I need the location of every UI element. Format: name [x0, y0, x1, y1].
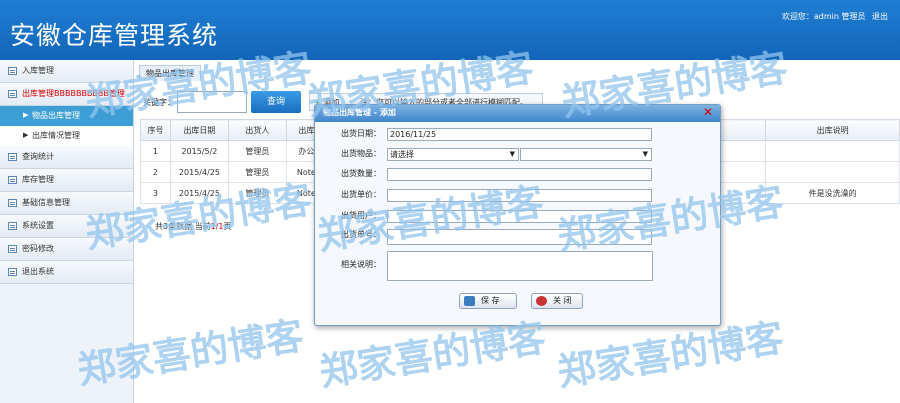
- sidebar-item-label: 入库管理: [22, 66, 54, 75]
- table-cell: 件是没洗澡的: [765, 182, 900, 204]
- sidebar-subitem-label: 物品出库管理: [32, 111, 80, 120]
- add-outbound-dialog: 物品出库管理 - 添加 ✕ 出货日期： 2016/11/25 出货物品： 请选择…: [314, 104, 721, 326]
- menu-icon: [8, 222, 17, 230]
- sidebar-subitem-outbound-status[interactable]: ▶ 出库情况管理: [0, 126, 133, 146]
- pager: 共3条数据 当前1/1页: [155, 221, 232, 232]
- chevron-down-icon: ▼: [509, 150, 515, 158]
- column-header: 出货人: [227, 119, 287, 141]
- dialog-title-bar: 物品出库管理 - 添加 ✕: [315, 105, 720, 122]
- sidebar-item-label: 密码修改: [22, 244, 54, 253]
- sidebar-item-label: 库存管理: [22, 175, 54, 184]
- menu-icon: [8, 245, 17, 253]
- sidebar-item-label: 出库管理BBBBBBBBBB管理: [22, 89, 125, 98]
- menu-icon: [8, 176, 17, 184]
- order-number-field[interactable]: [387, 229, 652, 245]
- table-cell: 管理员: [227, 161, 287, 183]
- user-field[interactable]: [387, 210, 652, 223]
- menu-icon: [8, 67, 17, 75]
- price-field[interactable]: [387, 189, 652, 202]
- column-header: 出库日期: [169, 119, 229, 141]
- welcome-text: 欢迎您：admin 管理员: [781, 12, 866, 21]
- table-cell: 2015/5/2: [169, 140, 229, 162]
- triangle-right-icon: ▶: [23, 111, 29, 119]
- save-label: 保 存: [481, 296, 500, 305]
- triangle-right-icon: ▶: [23, 131, 29, 139]
- sidebar-item-label: 系统设置: [22, 221, 54, 230]
- logout-link[interactable]: 退出: [872, 12, 888, 21]
- table-cell: 2: [140, 161, 171, 183]
- table-cell: 2015/4/25: [169, 182, 229, 204]
- sidebar-item-inventory[interactable]: 库存管理: [0, 169, 133, 192]
- keyword-input[interactable]: [177, 91, 247, 113]
- menu-icon: [8, 90, 17, 98]
- keyword-label: 关键字：: [143, 98, 175, 107]
- sidebar-item-label: 基础信息管理: [22, 198, 70, 207]
- sidebar-item-settings[interactable]: 系统设置: [0, 215, 133, 238]
- pager-prefix: 共3条数据 当前: [155, 222, 211, 231]
- close-circle-icon: [536, 296, 547, 306]
- pager-current: 1/1: [210, 222, 224, 231]
- item-label: 出货物品：: [341, 149, 381, 158]
- sidebar-item-password[interactable]: 密码修改: [0, 238, 133, 261]
- query-button[interactable]: 查询: [251, 91, 301, 113]
- sidebar-item-query-stats[interactable]: 查询统计: [0, 146, 133, 169]
- dialog-title: 物品出库管理 - 添加: [323, 108, 396, 117]
- table-cell: 3: [140, 182, 171, 204]
- sidebar-item-exit[interactable]: 退出系统: [0, 261, 133, 284]
- number-label: 出货单号：: [341, 230, 381, 239]
- tab-outbound-items[interactable]: 物品出库管理: [139, 65, 201, 81]
- table-cell: 2015/4/25: [169, 161, 229, 183]
- quantity-label: 出货数量：: [341, 169, 381, 178]
- save-button[interactable]: 保 存: [459, 293, 517, 309]
- app-title: 安徽仓库管理系统: [10, 21, 219, 50]
- column-header: 出库说明: [765, 119, 900, 141]
- sidebar-item-label: 查询统计: [22, 152, 54, 161]
- sidebar-item-label: 退出系统: [22, 267, 54, 276]
- category-select-value: 请选择: [390, 150, 414, 159]
- menu-icon: [8, 199, 17, 207]
- header-user-area: 欢迎您：admin 管理员 退出: [778, 11, 888, 22]
- app-header: 安徽仓库管理系统 欢迎您：admin 管理员 退出: [0, 0, 900, 60]
- table-cell: [765, 140, 900, 162]
- date-field[interactable]: 2016/11/25: [387, 128, 652, 141]
- category-select[interactable]: 请选择 ▼: [387, 148, 519, 161]
- table-cell: 1: [140, 140, 171, 162]
- menu-icon: [8, 153, 17, 161]
- pager-suffix: 页: [223, 222, 232, 231]
- close-label: 关 闭: [553, 296, 572, 305]
- date-label: 出货日期：: [341, 129, 381, 138]
- menu-icon: [8, 268, 17, 276]
- sidebar-item-outbound[interactable]: 出库管理BBBBBBBBBB管理: [0, 83, 133, 106]
- item-select[interactable]: ▼: [520, 148, 652, 161]
- chevron-down-icon: ▼: [642, 150, 648, 158]
- price-label: 出货单价：: [341, 190, 381, 199]
- table-cell: 管理员: [227, 182, 287, 204]
- sidebar-item-inbound[interactable]: 入库管理: [0, 60, 133, 83]
- column-header: 序号: [140, 119, 171, 141]
- close-button[interactable]: 关 闭: [531, 293, 583, 309]
- user-label: 出货用户：: [341, 211, 381, 220]
- desc-label: 相关说明：: [341, 260, 381, 269]
- table-cell: 管理员: [227, 140, 287, 162]
- description-textarea[interactable]: [387, 251, 653, 281]
- sidebar-item-basic-info[interactable]: 基础信息管理: [0, 192, 133, 215]
- close-icon[interactable]: ✕: [703, 104, 713, 120]
- sidebar-subitem-label: 出库情况管理: [32, 131, 80, 140]
- sidebar-subitem-outbound-items[interactable]: ▶ 物品出库管理: [0, 106, 133, 126]
- table-cell: [765, 161, 900, 183]
- sidebar: 入库管理 出库管理BBBBBBBBBB管理 ▶ 物品出库管理 ▶ 出库情况管理 查询…: [0, 60, 134, 403]
- quantity-field[interactable]: [387, 168, 652, 181]
- save-icon: [464, 296, 475, 306]
